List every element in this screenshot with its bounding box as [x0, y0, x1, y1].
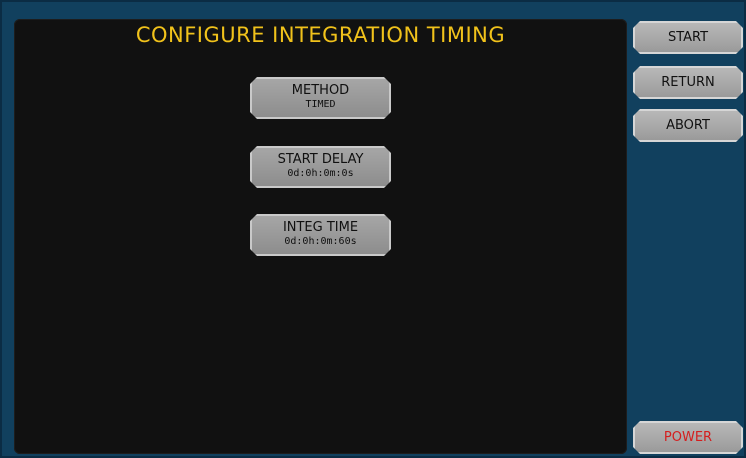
- page-title: CONFIGURE INTEGRATION TIMING: [135, 23, 506, 47]
- power-button[interactable]: POWER: [633, 421, 743, 454]
- start-button[interactable]: START: [633, 21, 743, 54]
- start-delay-value: 0d:0h:0m:0s: [287, 168, 354, 179]
- integ-time-button[interactable]: INTEG TIME 0d:0h:0m:60s: [250, 214, 391, 256]
- screen-frame: CONFIGURE INTEGRATION TIMING METHOD TIME…: [0, 0, 746, 458]
- abort-button[interactable]: ABORT: [633, 109, 743, 142]
- method-button[interactable]: METHOD TIMED: [250, 77, 391, 119]
- integ-time-label: INTEG TIME: [282, 220, 359, 235]
- start-delay-label: START DELAY: [277, 152, 364, 167]
- method-label: METHOD: [291, 83, 350, 98]
- start-delay-button[interactable]: START DELAY 0d:0h:0m:0s: [250, 146, 391, 188]
- return-button[interactable]: RETURN: [633, 66, 743, 99]
- main-panel: CONFIGURE INTEGRATION TIMING METHOD TIME…: [14, 19, 627, 454]
- method-value: TIMED: [305, 99, 336, 110]
- integ-time-value: 0d:0h:0m:60s: [284, 236, 357, 247]
